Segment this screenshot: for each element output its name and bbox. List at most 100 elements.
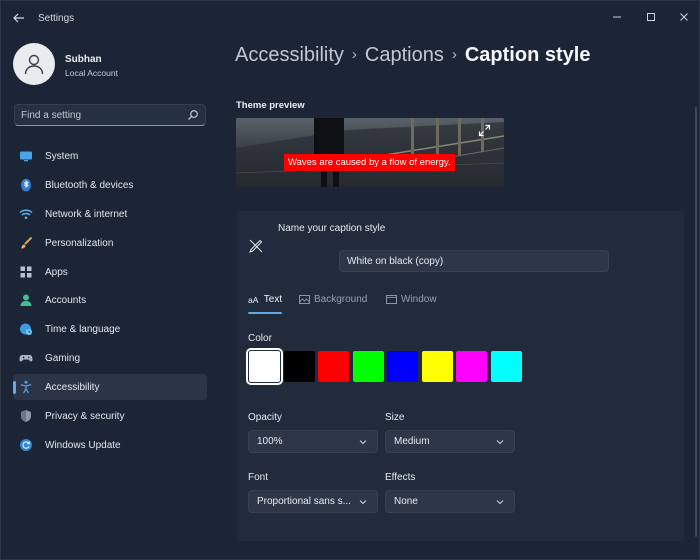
color-swatch-black[interactable]	[283, 351, 315, 382]
settings-window: Settings Subhan Local Account Find a set…	[0, 0, 700, 560]
color-swatch-green[interactable]	[352, 351, 384, 382]
size-value: Medium	[394, 436, 430, 447]
font-value: Proportional sans s...	[257, 496, 351, 507]
brush-icon	[21, 236, 33, 249]
size-dropdown[interactable]: Medium	[385, 430, 515, 453]
sidebar-item-label: Apps	[45, 266, 68, 278]
page-title: Caption style	[464, 44, 591, 66]
minimize-icon	[613, 16, 621, 18]
text-icon: aA	[248, 294, 259, 305]
color-swatch-yellow[interactable]	[421, 351, 453, 382]
edit-style-icon	[249, 239, 263, 253]
tab-background[interactable]: Background	[299, 294, 367, 316]
sidebar-item-label: System	[45, 151, 79, 162]
account-type: Local Account	[65, 68, 118, 78]
sidebar-item-label: Time & language	[45, 324, 121, 336]
maximize-icon	[647, 13, 655, 21]
expand-preview-button[interactable]	[478, 124, 498, 142]
preview-title: Theme preview	[236, 100, 305, 111]
user-avatar-icon	[24, 54, 44, 75]
sidebar-item-label: Privacy & security	[45, 411, 125, 423]
style-name-input[interactable]	[347, 255, 587, 268]
sidebar-item-label: Network & internet	[45, 208, 128, 220]
effects-value: None	[394, 496, 418, 507]
sidebar-item-label: Accounts	[45, 295, 87, 307]
bluetooth-icon	[21, 178, 31, 192]
chevron-down-icon	[359, 440, 367, 445]
monitor-icon	[20, 151, 32, 162]
active-indicator	[13, 381, 16, 395]
opacity-dropdown[interactable]: 100%	[248, 430, 378, 453]
color-swatch-white[interactable]	[246, 348, 283, 385]
sidebar-item-accounts[interactable]: Accounts	[13, 287, 207, 313]
sidebar-item-windows-update[interactable]: Windows Update	[13, 432, 207, 458]
sidebar-item-gaming[interactable]: Gaming	[13, 345, 207, 371]
preview-background-image	[236, 118, 504, 187]
caption-style-card: Name your caption style aA Text Backgrou…	[237, 211, 684, 541]
search-icon[interactable]	[187, 109, 199, 121]
style-name-label: Name your caption style	[278, 223, 386, 234]
content-scrollbar[interactable]	[695, 107, 697, 537]
breadcrumb-separator: ›	[451, 46, 457, 63]
sidebar-item-label: Personalization	[45, 237, 114, 249]
sidebar-nav: System Bluetooth & devices Network & int…	[13, 143, 207, 461]
effects-dropdown[interactable]: None	[385, 490, 515, 513]
color-swatch-blue[interactable]	[387, 351, 418, 382]
search-box[interactable]	[14, 104, 206, 126]
wifi-icon	[19, 209, 33, 219]
color-swatch-magenta[interactable]	[456, 351, 487, 382]
avatar	[13, 43, 55, 85]
search-input[interactable]	[21, 108, 181, 122]
close-button[interactable]	[671, 7, 697, 27]
font-label: Font	[248, 472, 269, 483]
opacity-label: Opacity	[248, 412, 282, 423]
breadcrumb-separator: ›	[351, 46, 357, 63]
sidebar-item-system[interactable]: System	[13, 143, 207, 169]
globe-clock-icon	[20, 323, 32, 336]
chevron-down-icon	[496, 500, 504, 505]
tab-window[interactable]: Window	[386, 294, 437, 316]
sidebar-item-bluetooth[interactable]: Bluetooth & devices	[13, 172, 207, 198]
font-dropdown[interactable]: Proportional sans s...	[248, 490, 378, 513]
apps-grid-icon	[20, 266, 32, 278]
breadcrumb: Accessibility › Captions › Caption style	[235, 44, 590, 67]
caption-preview-text: Waves are caused by a flow of energy.	[284, 154, 455, 171]
user-name: Subhan	[65, 54, 102, 65]
active-tab-indicator	[248, 312, 282, 314]
close-icon	[680, 13, 688, 21]
color-swatch-red[interactable]	[318, 351, 349, 382]
back-button[interactable]	[9, 9, 29, 27]
tab-text[interactable]: aA Text	[248, 294, 282, 316]
color-label: Color	[248, 333, 272, 344]
color-swatch-cyan[interactable]	[490, 351, 522, 382]
breadcrumb-item[interactable]: Accessibility	[235, 44, 344, 66]
chevron-down-icon	[496, 440, 504, 445]
title-bar: Settings	[1, 1, 699, 35]
background-icon	[299, 295, 310, 304]
sidebar-item-label: Gaming	[45, 353, 81, 365]
sidebar-item-label: Accessibility	[45, 382, 100, 394]
window-icon	[386, 295, 397, 304]
maximize-button[interactable]	[638, 7, 664, 27]
sidebar-item-time-language[interactable]: Time & language	[13, 316, 207, 342]
arrow-left-icon	[13, 13, 24, 23]
effects-label: Effects	[385, 472, 416, 483]
expand-icon	[478, 124, 491, 137]
app-title: Settings	[38, 13, 75, 24]
gamepad-icon	[19, 355, 33, 362]
shield-icon	[21, 410, 31, 423]
size-label: Size	[385, 412, 405, 423]
style-name-box[interactable]	[339, 250, 609, 272]
sidebar-item-apps[interactable]: Apps	[13, 259, 207, 285]
minimize-button[interactable]	[604, 7, 630, 27]
sidebar-item-personalization[interactable]: Personalization	[13, 230, 207, 256]
sidebar-item-label: Bluetooth & devices	[45, 179, 134, 191]
breadcrumb-item[interactable]: Captions	[365, 44, 444, 66]
chevron-down-icon	[359, 500, 367, 505]
sidebar-item-accessibility[interactable]: Accessibility	[13, 374, 207, 401]
sidebar-item-privacy-security[interactable]: Privacy & security	[13, 403, 207, 429]
sidebar-item-label: Windows Update	[45, 439, 121, 451]
sidebar-item-network[interactable]: Network & internet	[13, 201, 207, 227]
update-icon	[20, 438, 32, 451]
opacity-value: 100%	[257, 436, 283, 447]
